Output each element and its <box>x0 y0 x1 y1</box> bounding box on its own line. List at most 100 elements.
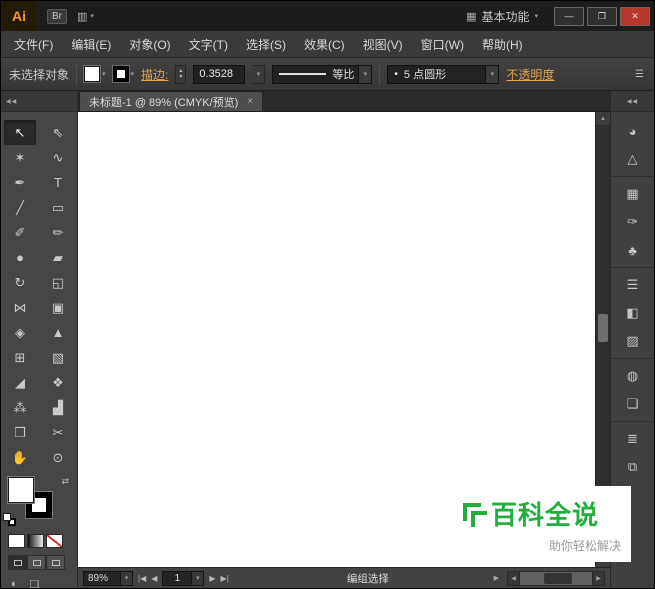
mesh-tool[interactable]: ⊞ <box>1 345 39 370</box>
menu-edit[interactable]: 编辑(E) <box>62 31 120 57</box>
horizontal-scrollbar[interactable]: ◀ ▶ <box>507 571 605 586</box>
stroke-weight-dropdown[interactable]: ▾ <box>252 65 265 84</box>
pencil-tool[interactable]: ✏ <box>39 220 77 245</box>
normal-screen-icon[interactable]: ❏ <box>30 578 40 589</box>
menu-view[interactable]: 视图(V) <box>354 31 412 57</box>
direct-selection-tool[interactable]: ⇖ <box>39 120 77 145</box>
fill-color-swatch[interactable] <box>8 477 34 503</box>
transparency-panel-icon[interactable]: ▨ <box>611 327 654 355</box>
free-transform-tool[interactable]: ▣ <box>39 295 77 320</box>
blob-brush-tool[interactable]: ● <box>1 245 39 270</box>
menu-help[interactable]: 帮助(H) <box>473 31 532 57</box>
tab-close-icon[interactable]: × <box>247 96 253 107</box>
width-profile-dropdown[interactable]: 等比 ▾ <box>272 65 372 84</box>
rotate-tool[interactable]: ↻ <box>1 270 39 295</box>
stroke-weight-stepper[interactable]: ▲ ▼ <box>175 65 186 84</box>
draw-normal-button[interactable] <box>8 555 27 570</box>
draw-behind-button[interactable] <box>27 555 46 570</box>
bridge-button[interactable]: Br <box>47 9 67 24</box>
horizontal-scroll-track[interactable] <box>520 571 592 586</box>
tools-panel-header[interactable]: ◀◀ <box>1 91 77 112</box>
swap-fill-stroke-icon[interactable]: ⇄ <box>61 476 69 487</box>
last-artboard-button[interactable]: ▶| <box>221 574 229 583</box>
horizontal-scroll-thumb[interactable] <box>544 573 572 584</box>
artboard-dropdown-button[interactable]: ▾ <box>192 571 204 586</box>
line-segment-tool[interactable]: ╱ <box>1 195 39 220</box>
lasso-tool[interactable]: ∿ <box>39 145 77 170</box>
gradient-button[interactable] <box>27 534 44 548</box>
next-artboard-button[interactable]: ▶ <box>209 574 215 583</box>
appearance-panel-icon[interactable]: ◍ <box>611 358 654 390</box>
stepper-up-icon[interactable]: ▲ <box>178 69 183 74</box>
artboard-tool[interactable]: ❒ <box>1 420 39 445</box>
menu-file[interactable]: 文件(F) <box>5 31 62 57</box>
menu-select[interactable]: 选择(S) <box>237 31 295 57</box>
default-fill-stroke-button[interactable] <box>3 513 16 526</box>
fill-color-control[interactable]: ▾ <box>84 66 106 82</box>
artboard-number-field[interactable]: 1 <box>162 571 192 586</box>
magic-wand-tool[interactable]: ✶ <box>1 145 39 170</box>
menu-window[interactable]: 窗口(W) <box>412 31 473 57</box>
opacity-panel-link[interactable]: 不透明度 <box>506 66 554 83</box>
stroke-panel-link[interactable]: 描边: <box>141 66 168 83</box>
symbols-panel-icon[interactable]: ♣ <box>611 236 654 264</box>
maximize-button[interactable]: ❐ <box>587 7 617 26</box>
type-tool[interactable]: T <box>39 170 77 195</box>
slice-tool[interactable]: ✂ <box>39 420 77 445</box>
color-guide-panel-icon[interactable]: △ <box>611 145 654 173</box>
vertical-scroll-thumb[interactable] <box>598 314 608 342</box>
scroll-left-button[interactable]: ◀ <box>507 571 520 586</box>
shape-builder-tool[interactable]: ◈ <box>1 320 39 345</box>
width-tool[interactable]: ⋈ <box>1 295 39 320</box>
control-panel-menu-icon[interactable]: ☰ <box>635 69 644 80</box>
graphic-styles-panel-icon[interactable]: ❏ <box>611 390 654 418</box>
swatches-panel-icon[interactable]: ▦ <box>611 176 654 208</box>
perspective-grid-tool[interactable]: ▲ <box>39 320 77 345</box>
column-graph-tool[interactable]: ▟ <box>39 395 77 420</box>
close-button[interactable]: ✕ <box>620 7 650 26</box>
pen-tool[interactable]: ✒ <box>1 170 39 195</box>
arrange-documents-button[interactable]: ▥ ▾ <box>77 10 94 23</box>
workspace-switcher[interactable]: ▦ 基本功能 ▾ <box>466 8 538 25</box>
color-panel-icon[interactable]: ◕ <box>611 117 654 145</box>
gradient-tool[interactable]: ▧ <box>39 345 77 370</box>
draw-inside-button[interactable] <box>46 555 65 570</box>
stroke-panel-icon[interactable]: ☰ <box>611 267 654 299</box>
brush-dropdown-button[interactable]: ▾ <box>485 66 498 83</box>
symbol-sprayer-tool[interactable]: ⁂ <box>1 395 39 420</box>
status-menu-arrow-icon[interactable]: ▶ <box>494 574 499 582</box>
zoom-level-field[interactable]: 89% <box>83 571 121 586</box>
previous-artboard-button[interactable]: ◀ <box>151 574 157 583</box>
eyedropper-tool[interactable]: ◢ <box>1 370 39 395</box>
zoom-tool[interactable]: ⊙ <box>39 445 77 470</box>
layers-panel-icon[interactable]: ≣ <box>611 421 654 453</box>
document-tab[interactable]: 未标题-1 @ 89% (CMYK/预览) × <box>79 91 263 111</box>
minimize-button[interactable]: — <box>554 7 584 26</box>
scroll-right-button[interactable]: ▶ <box>592 571 605 586</box>
scroll-up-button[interactable]: ▲ <box>596 112 610 126</box>
stroke-swatch[interactable] <box>113 66 129 82</box>
dock-header[interactable]: ◀◀ <box>611 91 654 112</box>
zoom-dropdown-button[interactable]: ▾ <box>121 571 133 586</box>
rectangle-tool[interactable]: ▭ <box>39 195 77 220</box>
status-display[interactable]: 编组选择 ▶ <box>234 571 502 586</box>
fill-swatch[interactable] <box>84 66 100 82</box>
stroke-weight-field[interactable]: 0.3528 <box>193 65 245 84</box>
gradient-panel-icon[interactable]: ◧ <box>611 299 654 327</box>
blend-tool[interactable]: ❖ <box>39 370 77 395</box>
brushes-panel-icon[interactable]: ✑ <box>611 208 654 236</box>
artboards-panel-icon[interactable]: ⧉ <box>611 453 654 481</box>
stroke-color-control[interactable]: ▾ <box>113 66 135 82</box>
screen-mode-button[interactable]: ◐ <box>11 578 18 589</box>
eraser-tool[interactable]: ▰ <box>39 245 77 270</box>
none-button[interactable] <box>46 534 63 548</box>
menu-type[interactable]: 文字(T) <box>180 31 237 57</box>
paintbrush-tool[interactable]: ✐ <box>1 220 39 245</box>
color-button[interactable] <box>8 534 25 548</box>
profile-dropdown-button[interactable]: ▾ <box>358 66 371 83</box>
brush-definition-dropdown[interactable]: • 5 点圆形 ▾ <box>387 65 499 84</box>
menu-object[interactable]: 对象(O) <box>120 31 179 57</box>
first-artboard-button[interactable]: |◀ <box>138 574 146 583</box>
selection-tool[interactable]: ↖ <box>4 120 36 145</box>
stepper-down-icon[interactable]: ▼ <box>178 75 183 80</box>
